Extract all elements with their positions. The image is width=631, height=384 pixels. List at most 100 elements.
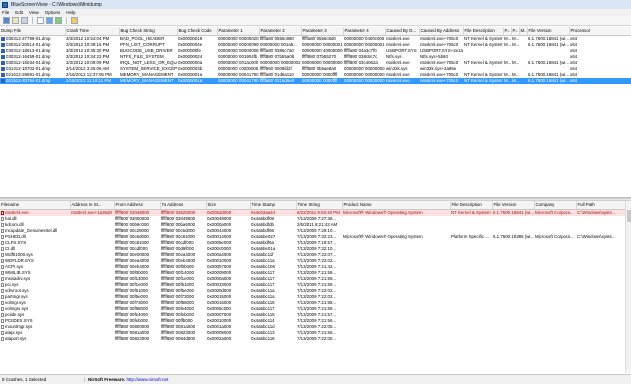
driver-filename: msisadrv.sys <box>5 276 31 281</box>
dump-column-header[interactable]: Processor <box>569 27 631 36</box>
driver-cell: 0x4a5bc118 <box>251 336 275 341</box>
dump-cell: 6.1.7600.16841 (wi... <box>528 60 569 65</box>
driver-file-icon <box>1 216 4 221</box>
driver-filename: volmgrx.sys <box>5 306 29 311</box>
dump-cell: 00000000`00000000 <box>343 78 385 84</box>
driver-column-header[interactable]: To Address <box>160 201 207 210</box>
driver-file-icon <box>1 222 4 227</box>
dump-cell: NT Kernel & System <box>464 42 503 47</box>
driver-row[interactable]: ataport.sys fffff880`00823000 fffff880`008… <box>0 336 625 342</box>
driver-filename: Wdf01000.sys <box>5 252 33 257</box>
dump-column-header[interactable]: Bug Check Code <box>177 27 218 36</box>
nirsoft-link[interactable]: NirSoft Freeware. http://www.nirsoft.net <box>85 377 168 382</box>
driver-list-scrollbar[interactable] <box>625 201 631 373</box>
driver-column-header[interactable]: File Description <box>450 201 493 210</box>
driver-filename: CLFS.SYS <box>5 240 27 245</box>
driver-filename: PCIIDEX.SYS <box>5 318 33 323</box>
driver-file-icon <box>1 234 4 239</box>
toolbar <box>0 16 631 26</box>
dump-column-header[interactable]: Crash Time <box>65 27 120 36</box>
driver-column-header[interactable]: Time Stamp <box>250 201 297 210</box>
dump-cell: M... <box>504 60 511 65</box>
dump-filename: 030312-16459-01.dmp <box>6 54 51 59</box>
driver-filename: PSHED.dll <box>5 234 26 239</box>
menu-help[interactable]: Help <box>66 10 75 15</box>
scrollbar-thumb[interactable] <box>627 210 631 222</box>
driver-cell <box>492 336 534 342</box>
dump-file-icon <box>1 78 5 83</box>
dump-filename: 021512-20794-01.dmp <box>6 78 51 83</box>
driver-column-header[interactable]: Company <box>534 201 577 210</box>
driver-file-icon <box>1 300 4 305</box>
dump-column-header[interactable]: Parameter 1 <box>217 27 260 36</box>
refresh-icon[interactable] <box>55 17 62 24</box>
driver-file-icon <box>1 336 4 341</box>
driver-cell: NT Kernel & System <box>450 209 492 216</box>
dump-filename: 031412-18702-01.dmp <box>6 66 51 71</box>
save-icon[interactable] <box>3 17 10 24</box>
dump-column-header[interactable]: Caused By D... <box>385 27 420 36</box>
driver-column-header[interactable]: Full Path <box>576 201 625 210</box>
dump-column-header[interactable]: M... <box>519 27 528 36</box>
driver-column-header[interactable]: File Version <box>492 201 535 210</box>
dump-filename: 030312-16034-01.dmp <box>6 60 51 65</box>
driver-column-header[interactable]: Time String <box>296 201 343 210</box>
dump-column-header[interactable]: Parameter 2 <box>259 27 302 36</box>
toolbar-separator <box>32 17 33 24</box>
dump-column-header[interactable]: Parameter 4 <box>343 27 386 36</box>
driver-column-header[interactable]: Product Name <box>342 201 451 210</box>
driver-filename: ataport.sys <box>5 336 27 341</box>
dump-column-header[interactable]: File Description <box>463 27 504 36</box>
html-report-icon[interactable] <box>46 17 53 24</box>
dump-cell: 00000000`0000ffff <box>301 78 343 84</box>
dump-cell: MEMORY_MANAGEMENT <box>119 78 177 84</box>
driver-file-icon <box>1 282 4 287</box>
driver-filename: mountmgr.sys <box>5 324 33 329</box>
dump-cell <box>519 78 527 84</box>
dump-cell: 6.1.7600.16841 (wi... <box>527 78 569 84</box>
driver-filename: WMILIB.SYS <box>5 270 31 275</box>
dump-cell: M... <box>503 78 511 84</box>
menu-edit[interactable]: Edit <box>15 10 23 15</box>
dump-column-header[interactable]: Dump File <box>0 27 66 36</box>
menu-file[interactable]: File <box>2 10 9 15</box>
dump-row[interactable]: 021512-20794-01.dmp 2/15/2012 11:19:11 PM… <box>0 78 631 84</box>
menu-options[interactable]: Options <box>45 10 61 15</box>
dump-cell: 00000000`00041790 <box>217 78 259 84</box>
crash-dump-list[interactable]: Dump File Crash Time Bug Check String Bug C… <box>0 27 631 198</box>
dump-cell: 6.1.7600.16841 (wi... <box>528 42 569 47</box>
dump-filename: 021612-28691-01.dmp <box>6 72 51 77</box>
driver-column-header[interactable]: Filename <box>0 201 71 210</box>
menu-view[interactable]: View <box>29 10 39 15</box>
driver-list[interactable]: Filename Address In St... From Address To A… <box>0 201 625 373</box>
driver-cell: 7/13/2009 7:22:00... <box>297 336 337 341</box>
dump-column-header[interactable]: Parameter 3 <box>301 27 344 36</box>
dump-column-header[interactable]: File Version <box>527 27 570 36</box>
dump-cell: M... <box>512 60 519 65</box>
driver-file-icon <box>1 270 4 275</box>
dump-column-header[interactable]: Bug Check String <box>119 27 178 36</box>
driver-column-header[interactable]: Size <box>206 201 251 210</box>
nirsoft-url[interactable]: http://www.nirsoft.net <box>127 377 169 382</box>
dump-file-icon <box>1 42 5 47</box>
dump-column-header[interactable]: Caused By Address <box>419 27 464 36</box>
dump-column-header[interactable]: P... <box>511 27 520 36</box>
dump-cell: ntoskrnl.exe+705c0 <box>419 78 463 84</box>
find-icon[interactable] <box>37 17 44 24</box>
driver-cell: ataport.sys <box>0 336 70 342</box>
properties-icon[interactable] <box>21 17 28 24</box>
driver-column-header[interactable]: From Address <box>114 201 161 210</box>
dump-cell: M... <box>511 78 519 84</box>
dump-cell: 2/15/2012 11:19:11 PM <box>65 78 119 84</box>
driver-file-icon <box>1 264 4 269</box>
about-icon[interactable] <box>71 17 78 24</box>
driver-file-icon <box>1 312 4 317</box>
driver-filename: WDFLDR.SYS <box>5 258 34 263</box>
driver-column-header[interactable]: Address In St... <box>70 201 115 210</box>
driver-cell: Platform Specific ... <box>451 234 489 239</box>
dump-column-header[interactable]: P... <box>503 27 512 36</box>
dump-file-icon <box>1 36 5 41</box>
dump-cell: M... <box>512 42 519 47</box>
dump-file-icon <box>1 72 5 77</box>
copy-icon[interactable] <box>12 17 19 24</box>
